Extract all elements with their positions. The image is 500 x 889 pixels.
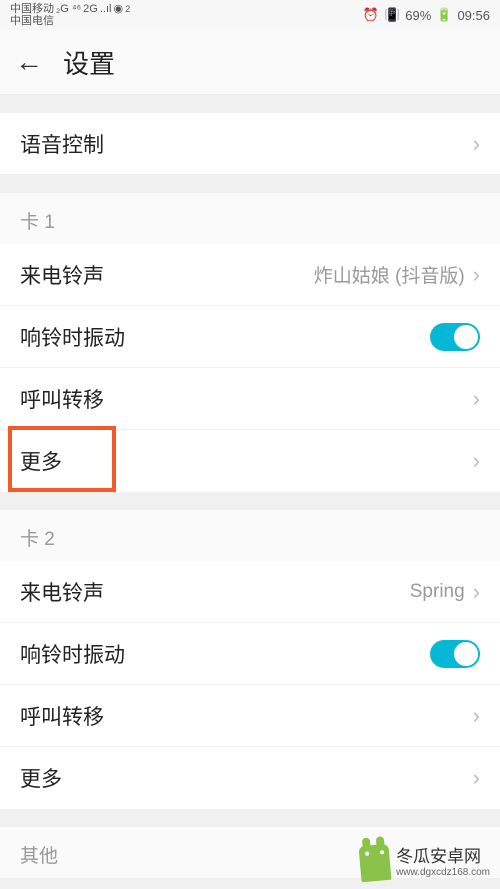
row-card1-ringtone[interactable]: 来电铃声 炸山姑娘 (抖音版) ›: [0, 244, 500, 306]
carrier-2: 中国电信: [10, 15, 54, 27]
section-gap: [0, 95, 500, 113]
row-label: 响铃时振动: [20, 322, 125, 352]
status-right: ⏰ 📳 69% 🔋 09:56: [363, 7, 490, 23]
battery-icon: 🔋: [436, 7, 452, 23]
section-gap: [0, 492, 500, 510]
app-header: ← 设置: [0, 30, 500, 95]
vibrate-icon: 📳: [384, 7, 400, 23]
settings-list: 语音控制 › 卡 1 来电铃声 炸山姑娘 (抖音版) › 响铃时振动 呼叫转移 …: [0, 95, 500, 878]
row-label: 更多: [20, 446, 62, 476]
net-label: 2G: [83, 3, 98, 15]
android-mascot-icon: [359, 844, 392, 882]
signal2-sup: 2: [125, 4, 130, 14]
carrier-1: 中国移动: [10, 3, 54, 15]
alarm-icon: ⏰: [363, 7, 379, 23]
signal-a: ₂G ⁴⁶: [56, 3, 81, 15]
row-value: Spring: [410, 581, 465, 603]
wifi-icon: ◉: [113, 3, 123, 15]
row-label: 语音控制: [20, 129, 104, 159]
signal-b: ..ıl: [100, 3, 112, 15]
row-card2-forward[interactable]: 呼叫转移 ›: [0, 685, 500, 747]
row-card2-more[interactable]: 更多 ›: [0, 747, 500, 809]
watermark-url: www.dgxcdz168.com: [396, 867, 490, 878]
chevron-right-icon: ›: [473, 262, 480, 288]
row-voice-control[interactable]: 语音控制 ›: [0, 113, 500, 175]
back-arrow-icon[interactable]: ←: [15, 46, 63, 78]
chevron-right-icon: ›: [473, 765, 480, 791]
chevron-right-icon: ›: [473, 448, 480, 474]
row-label: 呼叫转移: [20, 701, 104, 731]
status-left: 中国移动 ₂G ⁴⁶ 2G ..ıl ◉ 2 中国电信: [10, 3, 130, 27]
row-value: 炸山姑娘 (抖音版): [314, 261, 465, 288]
section-header-card1: 卡 1: [0, 193, 500, 244]
toggle-on-icon[interactable]: [430, 323, 480, 351]
section-gap: [0, 809, 500, 827]
chevron-right-icon: ›: [473, 579, 480, 605]
chevron-right-icon: ›: [473, 131, 480, 157]
battery-percent: 69%: [405, 8, 431, 23]
row-card2-vibrate[interactable]: 响铃时振动: [0, 623, 500, 685]
row-label: 来电铃声: [20, 260, 104, 290]
watermark: 冬瓜安卓网 www.dgxcdz168.com: [360, 845, 490, 881]
row-label: 响铃时振动: [20, 639, 125, 669]
clock: 09:56: [457, 8, 490, 23]
row-card2-ringtone[interactable]: 来电铃声 Spring ›: [0, 561, 500, 623]
chevron-right-icon: ›: [473, 386, 480, 412]
row-label: 更多: [20, 763, 62, 793]
chevron-right-icon: ›: [473, 703, 480, 729]
section-header-card2: 卡 2: [0, 510, 500, 561]
row-card1-forward[interactable]: 呼叫转移 ›: [0, 368, 500, 430]
page-title: 设置: [63, 44, 115, 81]
row-card1-vibrate[interactable]: 响铃时振动: [0, 306, 500, 368]
row-card1-more[interactable]: 更多 ›: [0, 430, 500, 492]
row-label: 呼叫转移: [20, 384, 104, 414]
row-label: 来电铃声: [20, 577, 104, 607]
watermark-title: 冬瓜安卓网: [396, 848, 481, 867]
status-bar: 中国移动 ₂G ⁴⁶ 2G ..ıl ◉ 2 中国电信 ⏰ 📳 69% 🔋 09…: [0, 0, 500, 30]
toggle-on-icon[interactable]: [430, 640, 480, 668]
section-gap: [0, 175, 500, 193]
